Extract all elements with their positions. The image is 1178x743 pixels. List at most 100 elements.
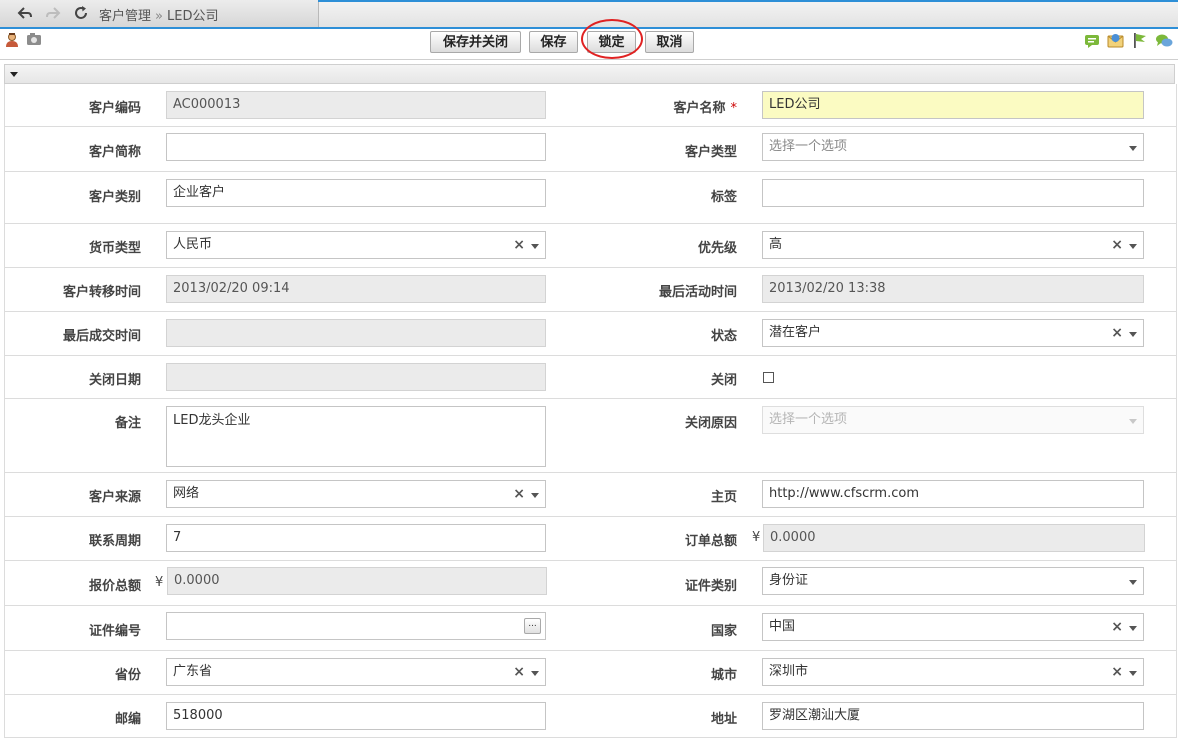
close-date-field	[166, 363, 546, 391]
customer-name-label-text: 客户名称	[673, 101, 726, 116]
city-value: 深圳市	[769, 664, 809, 679]
remark-textarea[interactable]: LED龙头企业	[166, 406, 546, 467]
priority-select[interactable]: 高 ×	[762, 231, 1144, 259]
form-row: 客户类别 企业客户 标签	[5, 172, 1176, 224]
customer-form: 客户编码 AC000013 客户名称 * LED公司 客户简称 客户类型 选择一个…	[4, 84, 1177, 738]
chevron-down-icon[interactable]	[531, 244, 539, 249]
customer-name-label: 客户名称 *	[575, 97, 737, 116]
form-row: 省份 广东省 × 城市 深圳市 ×	[5, 651, 1176, 695]
province-select[interactable]: 广东省 ×	[166, 658, 546, 686]
transfer-time-label: 客户转移时间	[62, 285, 141, 300]
cancel-button[interactable]: 取消	[645, 31, 694, 53]
order-total-field: 0.0000	[763, 524, 1145, 552]
form-row: 邮编 518000 地址 罗湖区潮汕大厦	[5, 695, 1176, 738]
chevron-down-icon[interactable]	[1129, 626, 1137, 631]
chevron-down-icon[interactable]	[1129, 146, 1137, 151]
address-input[interactable]: 罗湖区潮汕大厦	[762, 702, 1144, 730]
breadcrumb-current: LED公司	[166, 9, 219, 24]
form-row: 报价总额 ¥ 0.0000 证件类别 身份证	[5, 561, 1176, 606]
close-date-label: 关闭日期	[88, 373, 141, 388]
customer-category-label: 客户类别	[88, 190, 141, 205]
remark-label: 备注	[114, 416, 141, 431]
province-label: 省份	[114, 668, 141, 683]
close-reason-placeholder: 选择一个选项	[769, 412, 848, 427]
id-number-label: 证件编号	[88, 624, 141, 639]
customer-type-label: 客户类型	[684, 145, 737, 160]
currency-value: 人民币	[173, 237, 213, 252]
clear-icon[interactable]: ×	[1111, 614, 1123, 640]
address-label: 地址	[710, 712, 737, 727]
priority-label: 优先级	[697, 241, 737, 256]
currency-symbol: ¥	[155, 575, 164, 590]
short-name-input[interactable]	[166, 133, 546, 161]
message-icon[interactable]	[1084, 33, 1100, 49]
flag-icon[interactable]	[1132, 32, 1148, 49]
id-number-input[interactable]: ...	[166, 612, 546, 640]
clear-icon[interactable]: ×	[1111, 320, 1123, 346]
form-row: 备注 LED龙头企业 关闭原因 选择一个选项	[5, 399, 1176, 473]
form-row: 货币类型 人民币 × 优先级 高 ×	[5, 224, 1176, 268]
homepage-input[interactable]: http://www.cfscrm.com	[762, 480, 1144, 508]
forward-arrow-icon[interactable]	[45, 5, 61, 21]
chevron-down-icon[interactable]	[1129, 671, 1137, 676]
province-value: 广东省	[173, 664, 213, 679]
chat-icon[interactable]	[1155, 33, 1173, 49]
user-icon[interactable]	[4, 32, 20, 48]
contact-cycle-input[interactable]: 7	[166, 524, 546, 552]
source-select[interactable]: 网络 ×	[166, 480, 546, 508]
clear-icon[interactable]: ×	[1111, 659, 1123, 685]
clear-icon[interactable]: ×	[1111, 232, 1123, 258]
collapse-caret-icon[interactable]	[10, 72, 18, 77]
section-header[interactable]	[4, 64, 1175, 84]
back-arrow-icon[interactable]	[17, 5, 33, 21]
currency-label: 货币类型	[88, 241, 141, 256]
city-select[interactable]: 深圳市 ×	[762, 658, 1144, 686]
form-row: 客户编码 AC000013 客户名称 * LED公司	[5, 84, 1176, 127]
breadcrumb-parent[interactable]: 客户管理	[99, 9, 151, 24]
tags-label: 标签	[710, 190, 737, 205]
currency-symbol: ¥	[752, 530, 761, 545]
last-deal-field	[166, 319, 546, 347]
id-type-value: 身份证	[769, 573, 809, 588]
form-row: 联系周期 7 订单总额 ¥ 0.0000	[5, 517, 1176, 561]
clear-icon[interactable]: ×	[513, 659, 525, 685]
status-select[interactable]: 潜在客户 ×	[762, 319, 1144, 347]
chevron-down-icon[interactable]	[1129, 332, 1137, 337]
form-row: 关闭日期 关闭	[5, 356, 1176, 399]
closed-label: 关闭	[710, 373, 737, 388]
country-value: 中国	[769, 619, 796, 634]
chevron-down-icon	[1129, 419, 1137, 424]
last-activity-label: 最后活动时间	[658, 285, 737, 300]
source-label: 客户来源	[88, 490, 141, 505]
quote-total-label: 报价总额	[88, 579, 141, 594]
customer-category-input[interactable]: 企业客户	[166, 179, 546, 207]
save-button[interactable]: 保存	[529, 31, 578, 53]
ellipsis-button[interactable]: ...	[524, 618, 541, 634]
form-row: 客户简称 客户类型 选择一个选项	[5, 127, 1176, 172]
postcode-input[interactable]: 518000	[166, 702, 546, 730]
camera-icon[interactable]	[26, 32, 42, 46]
refresh-icon[interactable]	[73, 5, 89, 21]
save-and-close-button[interactable]: 保存并关闭	[430, 31, 521, 53]
tags-input[interactable]	[762, 179, 1144, 207]
id-type-label: 证件类别	[684, 579, 737, 594]
status-value: 潜在客户	[769, 325, 822, 340]
customer-type-select[interactable]: 选择一个选项	[762, 133, 1144, 161]
currency-select[interactable]: 人民币 ×	[166, 231, 546, 259]
email-icon[interactable]	[1107, 32, 1124, 49]
form-row: 客户来源 网络 × 主页 http://www.cfscrm.com	[5, 473, 1176, 517]
country-select[interactable]: 中国 ×	[762, 613, 1144, 641]
chevron-down-icon[interactable]	[531, 671, 539, 676]
short-name-label: 客户简称	[88, 145, 141, 160]
clear-icon[interactable]: ×	[513, 232, 525, 258]
customer-type-placeholder: 选择一个选项	[769, 139, 848, 154]
chevron-down-icon[interactable]	[1129, 244, 1137, 249]
clear-icon[interactable]: ×	[513, 481, 525, 507]
customer-name-input[interactable]: LED公司	[762, 91, 1144, 119]
close-reason-select: 选择一个选项	[762, 406, 1144, 434]
closed-checkbox[interactable]	[763, 372, 774, 383]
country-label: 国家	[710, 624, 737, 639]
id-type-select[interactable]: 身份证	[762, 567, 1144, 595]
chevron-down-icon[interactable]	[1129, 580, 1137, 585]
chevron-down-icon[interactable]	[531, 493, 539, 498]
